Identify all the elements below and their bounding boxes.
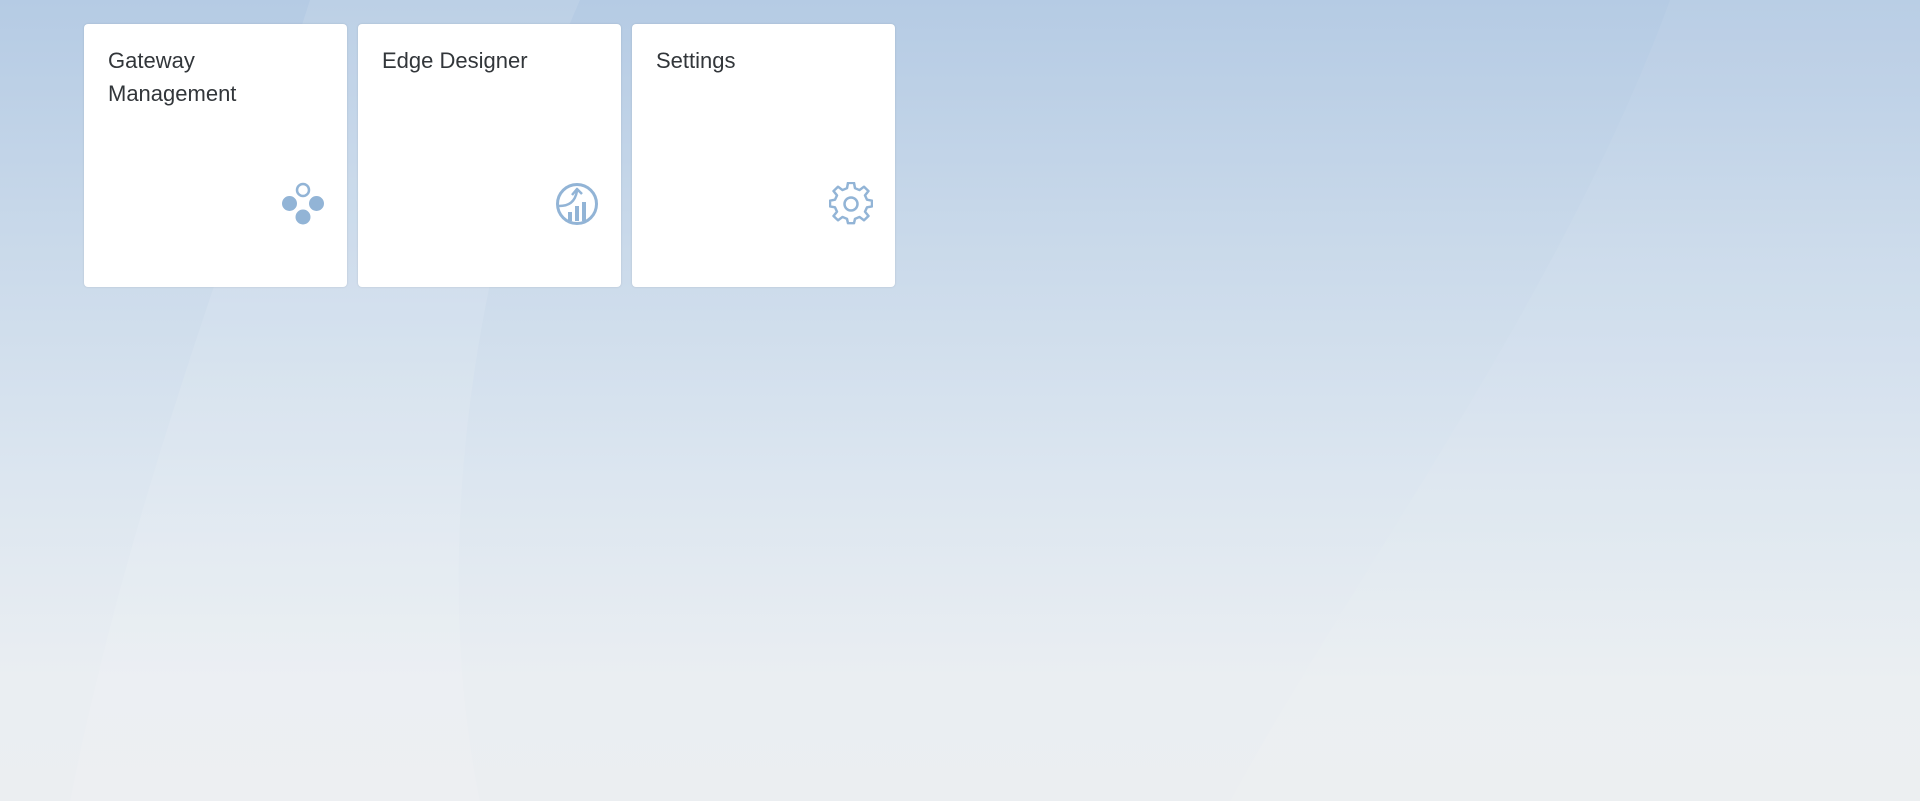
tile-title: Gateway Management bbox=[108, 48, 237, 106]
gear-icon bbox=[829, 182, 873, 226]
network-nodes-icon bbox=[281, 182, 325, 226]
tile-settings[interactable]: Settings bbox=[632, 24, 895, 287]
launchpad-tile-group: Gateway Management Edge Designer Setting bbox=[84, 24, 895, 287]
tile-edge-designer[interactable]: Edge Designer bbox=[358, 24, 621, 287]
tile-title: Edge Designer bbox=[382, 48, 528, 73]
tile-gateway-management[interactable]: Gateway Management bbox=[84, 24, 347, 287]
tile-title: Settings bbox=[656, 48, 736, 73]
chart-growth-icon bbox=[555, 182, 599, 226]
